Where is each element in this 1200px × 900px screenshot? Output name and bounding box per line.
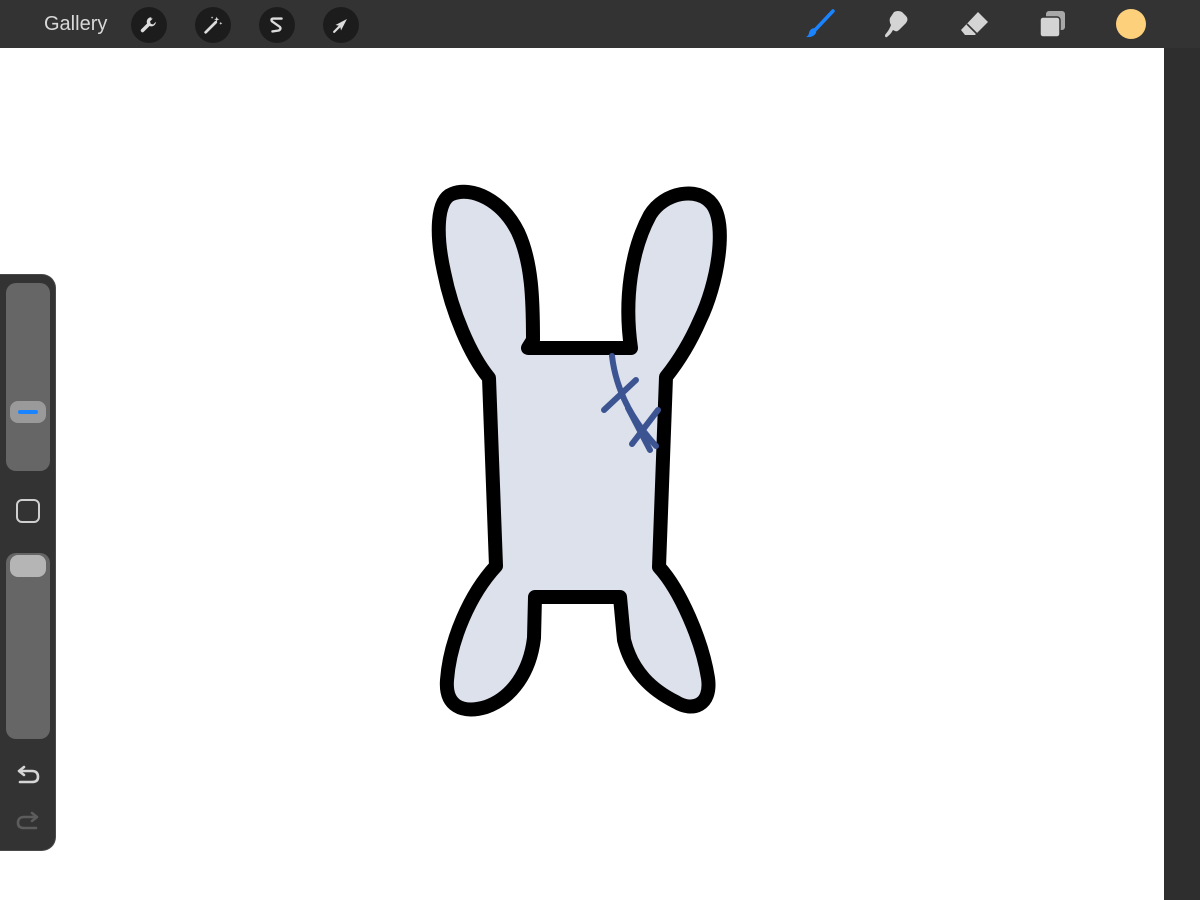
eraser-button[interactable] [959,8,991,40]
canvas-drawing [431,184,727,717]
color-picker-button[interactable] [1116,9,1146,39]
actions-button[interactable] [131,7,167,43]
layers-icon [1039,11,1065,38]
smudge-icon [885,11,908,38]
brush-icon [806,9,835,38]
selection-button[interactable] [259,7,295,43]
wrench-icon [140,17,156,33]
redo-icon [16,811,39,830]
layers-button[interactable] [1037,8,1069,40]
brush-button[interactable] [804,8,836,40]
redo-button[interactable] [14,811,42,835]
smudge-button[interactable] [882,8,914,40]
selection-s-icon [270,17,283,33]
opacity-slider[interactable] [6,553,50,739]
drawing-canvas[interactable] [0,48,1164,900]
side-toolbar [0,274,56,851]
undo-icon [17,765,40,784]
adjustments-button[interactable] [195,7,231,43]
undo-button[interactable] [14,765,42,789]
magic-wand-icon [204,16,223,34]
size-slider-icon [18,410,38,414]
character-body [431,184,727,717]
brush-size-handle[interactable] [10,401,46,423]
eraser-icon [961,12,988,35]
opacity-handle[interactable] [10,555,46,577]
canvas-edge [1164,48,1200,900]
top-toolbar: Gallery [0,0,1200,48]
modify-button[interactable] [16,499,40,523]
arrow-cursor-icon [333,19,347,33]
transform-button[interactable] [323,7,359,43]
brush-size-slider[interactable] [6,283,50,471]
gallery-button[interactable]: Gallery [44,13,107,36]
